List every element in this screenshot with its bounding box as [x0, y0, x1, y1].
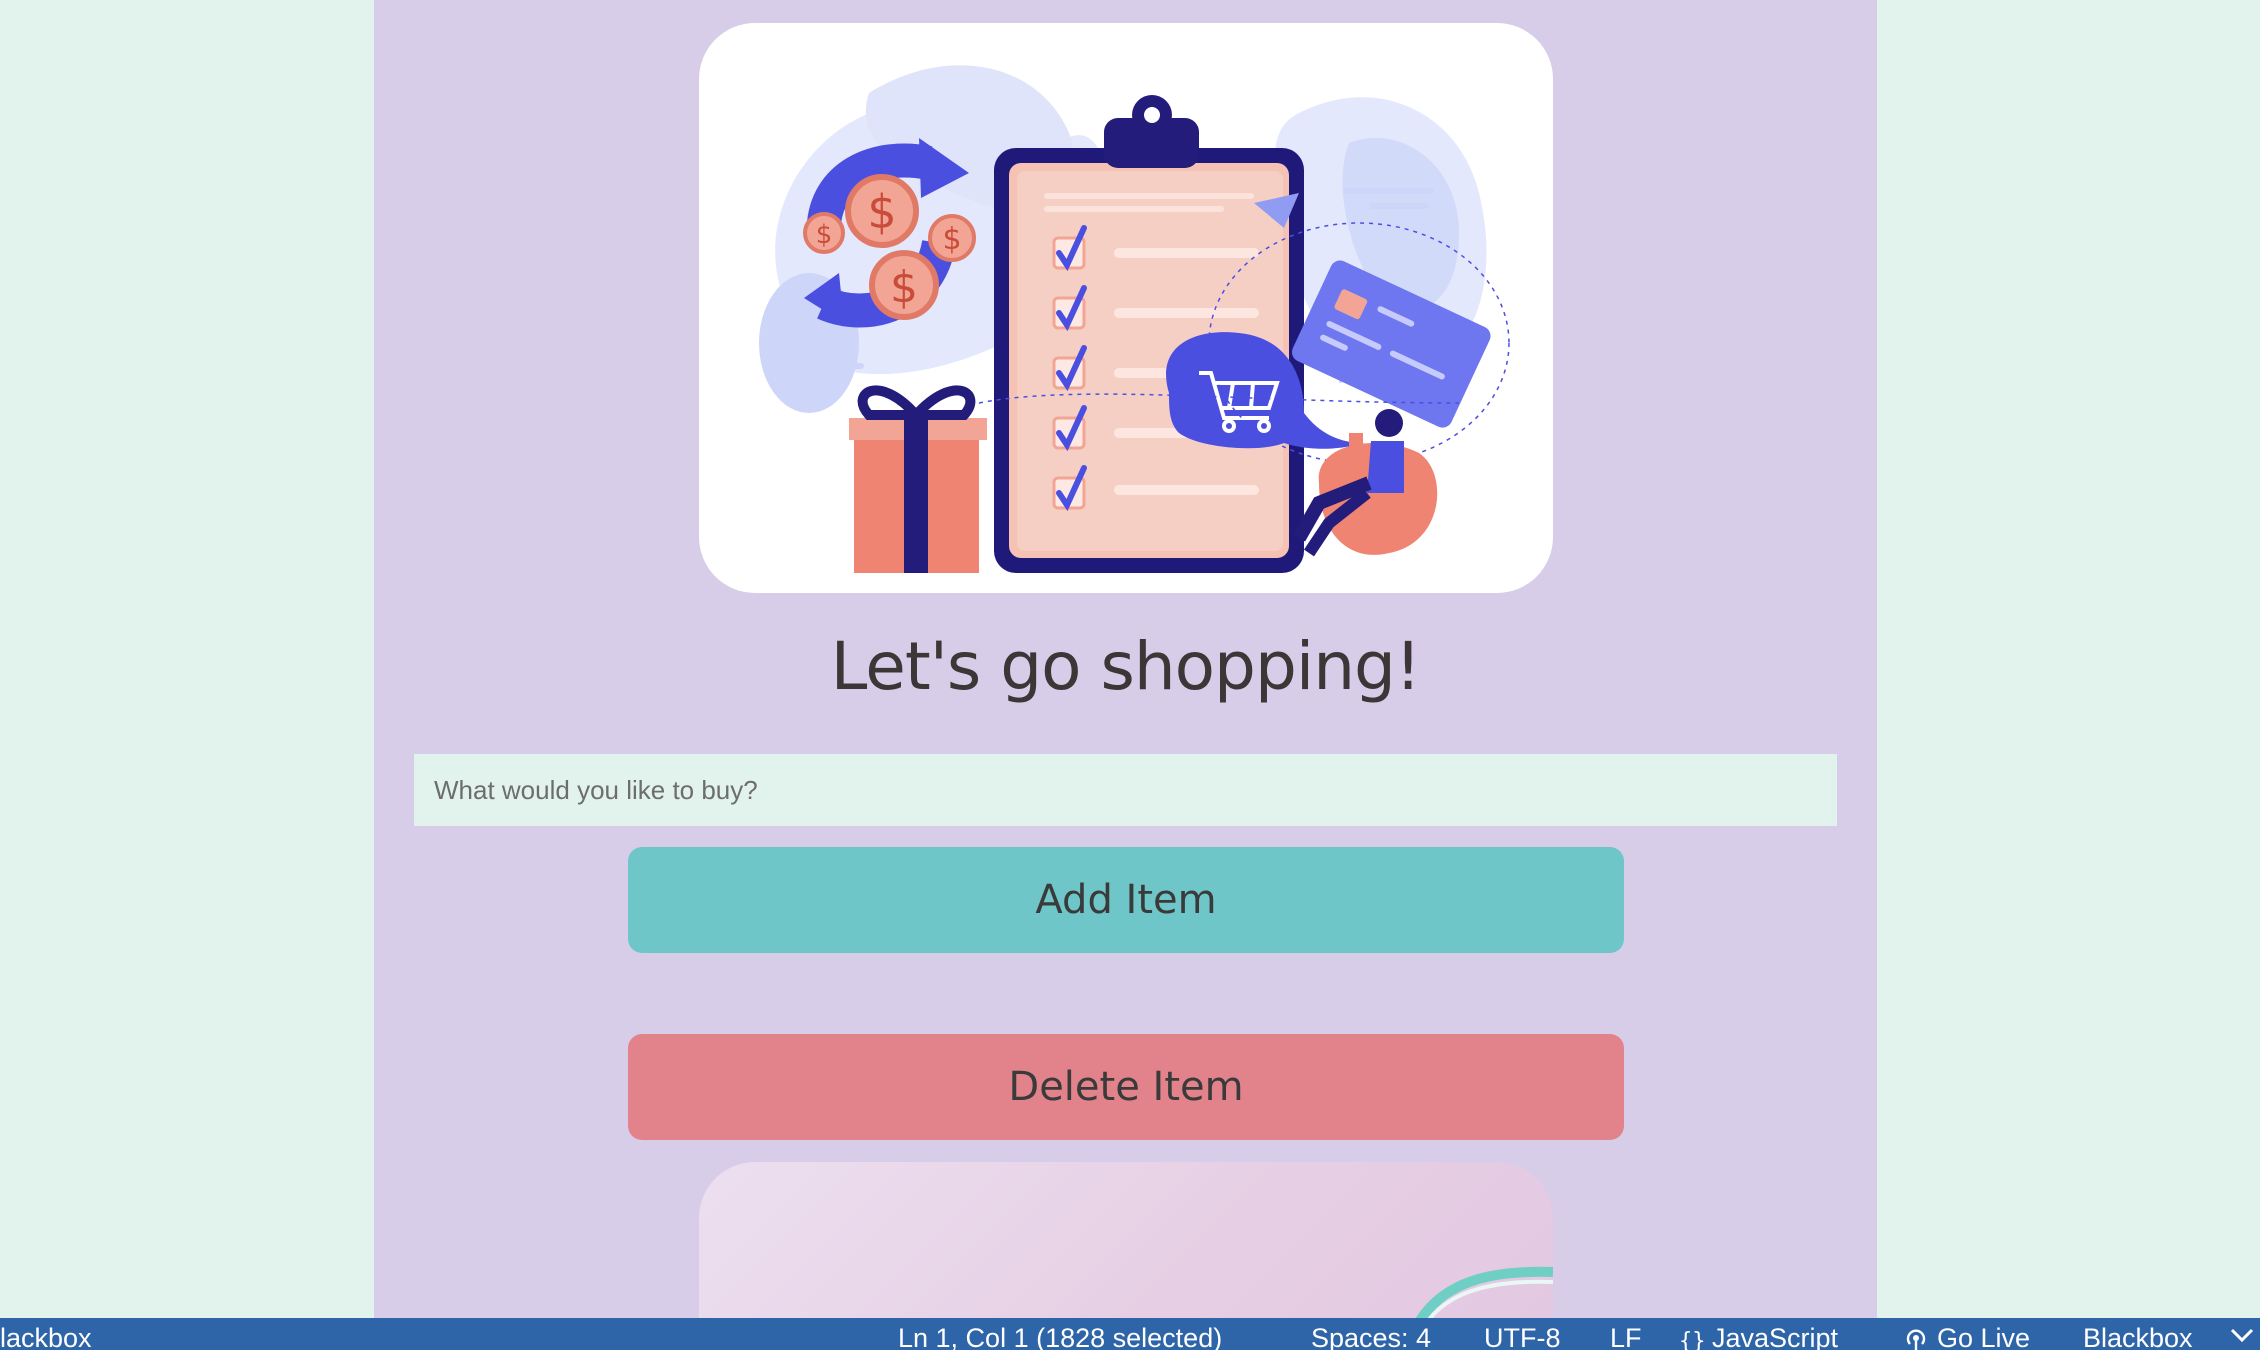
cart-illustration — [1415, 1266, 1553, 1318]
svg-text:{}: {} — [1679, 1329, 1704, 1350]
status-go-live-label: Go Live — [1937, 1323, 2031, 1350]
svg-text:$: $ — [867, 185, 896, 239]
svg-text:$: $ — [816, 220, 833, 250]
status-encoding[interactable]: UTF-8 — [1484, 1322, 1561, 1350]
broadcast-icon — [1903, 1327, 1929, 1350]
cart-image-card — [699, 1162, 1553, 1318]
status-indentation[interactable]: Spaces: 4 — [1311, 1322, 1431, 1350]
status-cursor-position[interactable]: Ln 1, Col 1 (1828 selected) — [898, 1322, 1222, 1350]
shopping-checklist-illustration: $ $ $ $ — [759, 65, 1510, 573]
app-page: $ $ $ $ Let's go shopping! What would yo… — [374, 0, 1877, 1318]
status-language-label: JavaScript — [1712, 1323, 1839, 1350]
status-language[interactable]: {} JavaScript — [1678, 1322, 1838, 1350]
item-input[interactable] — [414, 754, 1837, 826]
status-go-live[interactable]: Go Live — [1903, 1322, 2030, 1350]
status-notification-icon[interactable] — [2228, 1322, 2256, 1350]
delete-item-button[interactable]: Delete Item — [628, 1034, 1624, 1140]
svg-text:$: $ — [942, 222, 961, 257]
status-bar: lackbox Ln 1, Col 1 (1828 selected) Spac… — [0, 1318, 2260, 1350]
status-blackbox[interactable]: Blackbox — [2083, 1322, 2193, 1350]
status-blackbox-left[interactable]: lackbox — [0, 1322, 92, 1350]
svg-text:$: $ — [890, 262, 918, 313]
status-eol[interactable]: LF — [1610, 1322, 1642, 1350]
add-item-button[interactable]: Add Item — [628, 847, 1624, 953]
braces-icon: {} — [1678, 1327, 1706, 1350]
page-title: Let's go shopping! — [830, 628, 1422, 705]
hero-image-card: $ $ $ $ — [699, 23, 1553, 593]
